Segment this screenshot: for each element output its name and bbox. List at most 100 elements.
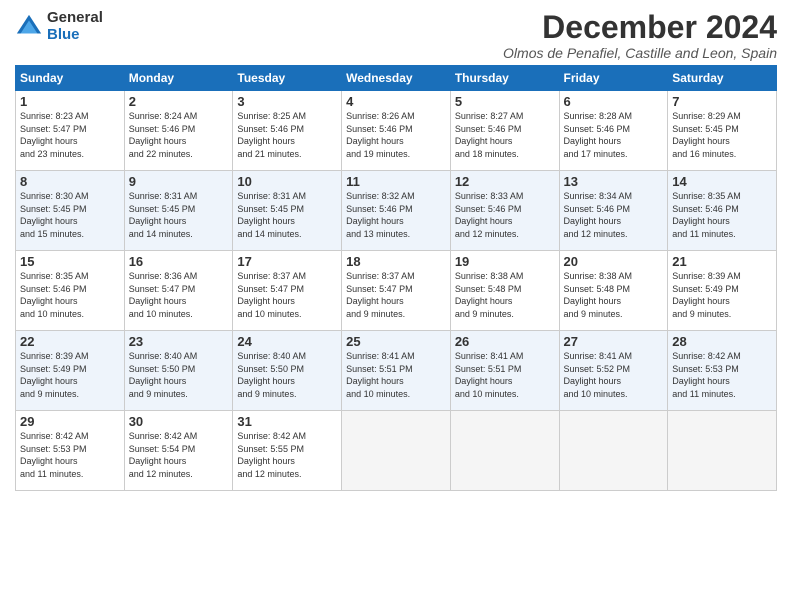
week-row-4: 29 Sunrise: 8:42 AMSunset: 5:53 PMDayligh… [16,411,777,491]
day-number: 21 [672,254,772,269]
day-cell-2: 2 Sunrise: 8:24 AMSunset: 5:46 PMDaylight… [124,91,233,171]
day-number: 6 [564,94,664,109]
header-sunday: Sunday [16,66,125,91]
day-cell-14: 14 Sunrise: 8:35 AMSunset: 5:46 PMDayligh… [668,171,777,251]
day-info: Sunrise: 8:39 AMSunset: 5:49 PMDaylight … [672,271,741,319]
day-number: 14 [672,174,772,189]
day-cell-16: 16 Sunrise: 8:36 AMSunset: 5:47 PMDayligh… [124,251,233,331]
calendar-table: SundayMondayTuesdayWednesdayThursdayFrid… [15,65,777,491]
location-title: Olmos de Penafiel, Castille and Leon, Sp… [503,45,777,61]
logo: General Blue [15,10,103,43]
day-cell-29: 29 Sunrise: 8:42 AMSunset: 5:53 PMDayligh… [16,411,125,491]
day-info: Sunrise: 8:24 AMSunset: 5:46 PMDaylight … [129,111,198,159]
day-cell-25: 25 Sunrise: 8:41 AMSunset: 5:51 PMDayligh… [342,331,451,411]
day-number: 29 [20,414,120,429]
day-info: Sunrise: 8:33 AMSunset: 5:46 PMDaylight … [455,191,524,239]
day-number: 19 [455,254,555,269]
header-friday: Friday [559,66,668,91]
week-row-0: 1 Sunrise: 8:23 AMSunset: 5:47 PMDaylight… [16,91,777,171]
day-info: Sunrise: 8:42 AMSunset: 5:55 PMDaylight … [237,431,306,479]
logo-text: General Blue [47,10,103,43]
day-number: 16 [129,254,229,269]
day-number: 8 [20,174,120,189]
day-number: 7 [672,94,772,109]
day-number: 28 [672,334,772,349]
day-number: 2 [129,94,229,109]
day-number: 4 [346,94,446,109]
day-cell-21: 21 Sunrise: 8:39 AMSunset: 5:49 PMDayligh… [668,251,777,331]
day-info: Sunrise: 8:41 AMSunset: 5:52 PMDaylight … [564,351,633,399]
day-cell-23: 23 Sunrise: 8:40 AMSunset: 5:50 PMDayligh… [124,331,233,411]
day-info: Sunrise: 8:41 AMSunset: 5:51 PMDaylight … [346,351,415,399]
day-cell-17: 17Sunrise: 8:37 AMSunset: 5:47 PMDayligh… [233,251,342,331]
day-number: 27 [564,334,664,349]
week-row-1: 8 Sunrise: 8:30 AMSunset: 5:45 PMDaylight… [16,171,777,251]
day-number: 20 [564,254,664,269]
week-row-3: 22 Sunrise: 8:39 AMSunset: 5:49 PMDayligh… [16,331,777,411]
day-info: Sunrise: 8:31 AMSunset: 5:45 PMDaylight … [237,191,306,239]
day-info: Sunrise: 8:42 AMSunset: 5:53 PMDaylight … [20,431,89,479]
header-thursday: Thursday [450,66,559,91]
day-number: 9 [129,174,229,189]
day-info: Sunrise: 8:30 AMSunset: 5:45 PMDaylight … [20,191,89,239]
page-container: General Blue December 2024 Olmos de Pena… [0,0,792,496]
day-cell-31: 31 Sunrise: 8:42 AMSunset: 5:55 PMDayligh… [233,411,342,491]
day-info: Sunrise: 8:27 AMSunset: 5:46 PMDaylight … [455,111,524,159]
empty-cell [342,411,451,491]
day-cell-26: 26 Sunrise: 8:41 AMSunset: 5:51 PMDayligh… [450,331,559,411]
day-info: Sunrise: 8:37 AMSunset: 5:47 PMDaylight … [237,271,306,319]
day-number: 22 [20,334,120,349]
day-cell-3: 3 Sunrise: 8:25 AMSunset: 5:46 PMDaylight… [233,91,342,171]
day-cell-11: 11Sunrise: 8:32 AMSunset: 5:46 PMDayligh… [342,171,451,251]
title-block: December 2024 Olmos de Penafiel, Castill… [503,10,777,61]
day-cell-9: 9Sunrise: 8:31 AMSunset: 5:45 PMDaylight… [124,171,233,251]
day-number: 31 [237,414,337,429]
day-info: Sunrise: 8:41 AMSunset: 5:51 PMDaylight … [455,351,524,399]
day-cell-22: 22 Sunrise: 8:39 AMSunset: 5:49 PMDayligh… [16,331,125,411]
day-info: Sunrise: 8:29 AMSunset: 5:45 PMDaylight … [672,111,741,159]
month-title: December 2024 [503,10,777,45]
day-number: 15 [20,254,120,269]
day-cell-28: 28 Sunrise: 8:42 AMSunset: 5:53 PMDayligh… [668,331,777,411]
header-wednesday: Wednesday [342,66,451,91]
day-info: Sunrise: 8:35 AMSunset: 5:46 PMDaylight … [672,191,741,239]
day-info: Sunrise: 8:26 AMSunset: 5:46 PMDaylight … [346,111,415,159]
day-info: Sunrise: 8:23 AMSunset: 5:47 PMDaylight … [20,111,89,159]
empty-cell [450,411,559,491]
day-info: Sunrise: 8:25 AMSunset: 5:46 PMDaylight … [237,111,306,159]
day-number: 26 [455,334,555,349]
header-monday: Monday [124,66,233,91]
day-info: Sunrise: 8:28 AMSunset: 5:46 PMDaylight … [564,111,633,159]
day-number: 3 [237,94,337,109]
day-number: 24 [237,334,337,349]
day-info: Sunrise: 8:40 AMSunset: 5:50 PMDaylight … [129,351,198,399]
day-number: 5 [455,94,555,109]
day-number: 11 [346,174,446,189]
day-cell-1: 1 Sunrise: 8:23 AMSunset: 5:47 PMDaylight… [16,91,125,171]
header-row-days: SundayMondayTuesdayWednesdayThursdayFrid… [16,66,777,91]
day-info: Sunrise: 8:39 AMSunset: 5:49 PMDaylight … [20,351,89,399]
day-info: Sunrise: 8:36 AMSunset: 5:47 PMDaylight … [129,271,198,319]
logo-blue: Blue [47,27,103,44]
day-info: Sunrise: 8:38 AMSunset: 5:48 PMDaylight … [564,271,633,319]
day-cell-30: 30Sunrise: 8:42 AMSunset: 5:54 PMDayligh… [124,411,233,491]
empty-cell [668,411,777,491]
day-cell-4: 4 Sunrise: 8:26 AMSunset: 5:46 PMDaylight… [342,91,451,171]
day-info: Sunrise: 8:42 AMSunset: 5:53 PMDaylight … [672,351,741,399]
day-cell-5: 5 Sunrise: 8:27 AMSunset: 5:46 PMDaylight… [450,91,559,171]
day-info: Sunrise: 8:35 AMSunset: 5:46 PMDaylight … [20,271,89,319]
day-number: 1 [20,94,120,109]
day-info: Sunrise: 8:38 AMSunset: 5:48 PMDaylight … [455,271,524,319]
header-row: General Blue December 2024 Olmos de Pena… [15,10,777,61]
day-cell-24: 24Sunrise: 8:40 AMSunset: 5:50 PMDayligh… [233,331,342,411]
day-number: 25 [346,334,446,349]
day-cell-8: 8 Sunrise: 8:30 AMSunset: 5:45 PMDaylight… [16,171,125,251]
day-number: 12 [455,174,555,189]
day-number: 23 [129,334,229,349]
day-number: 18 [346,254,446,269]
day-cell-20: 20 Sunrise: 8:38 AMSunset: 5:48 PMDayligh… [559,251,668,331]
day-number: 30 [129,414,229,429]
day-cell-15: 15 Sunrise: 8:35 AMSunset: 5:46 PMDayligh… [16,251,125,331]
day-cell-6: 6 Sunrise: 8:28 AMSunset: 5:46 PMDaylight… [559,91,668,171]
day-cell-10: 10Sunrise: 8:31 AMSunset: 5:45 PMDayligh… [233,171,342,251]
